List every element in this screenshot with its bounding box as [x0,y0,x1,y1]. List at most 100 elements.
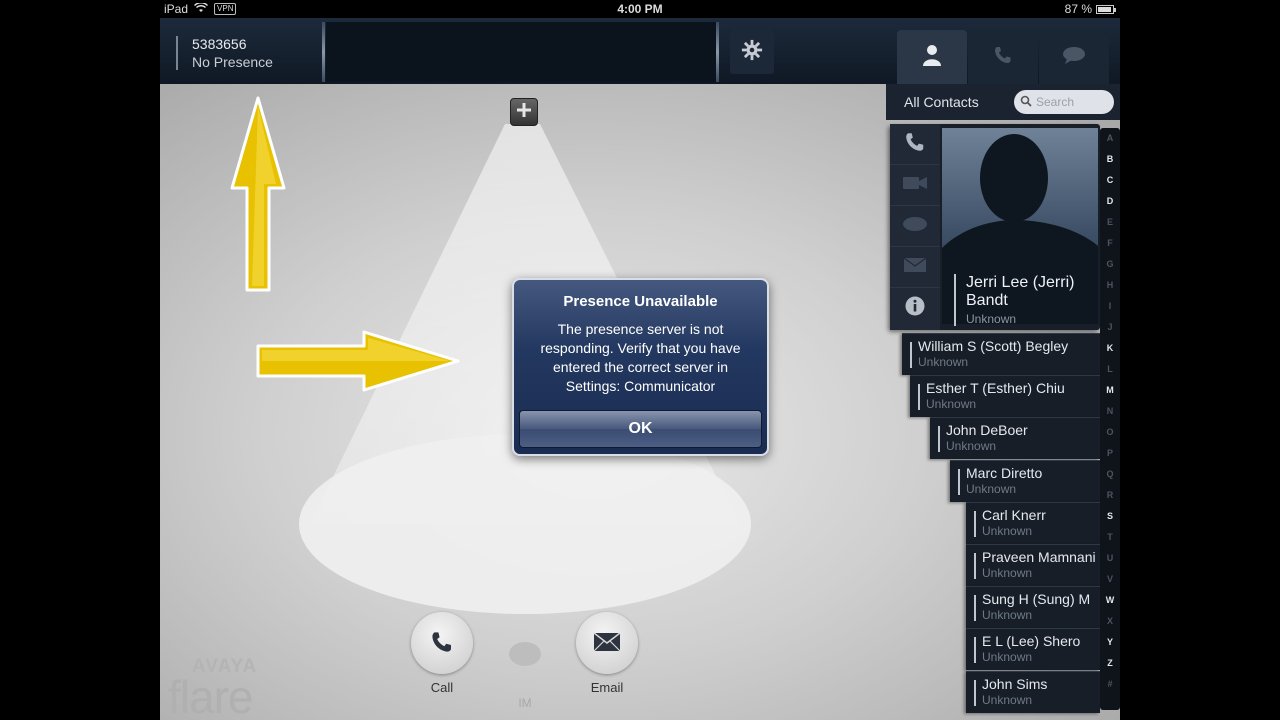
alphabet-letter[interactable]: P [1107,443,1113,464]
contact-status: Unknown [982,650,1033,665]
contact-info-button[interactable] [890,288,940,329]
gear-icon [741,39,763,66]
contact-row[interactable]: Sung H (Sung) M Unknown [966,586,1100,629]
contact-row-accent [918,384,920,411]
alphabet-letter[interactable]: F [1107,233,1113,254]
tab-messages[interactable] [1039,30,1109,84]
contact-name: Esther T (Esther) Chiu [926,380,1065,397]
alphabet-letter[interactable]: X [1107,611,1113,632]
alphabet-letter[interactable]: D [1107,191,1114,212]
alphabet-letter[interactable]: J [1107,317,1112,338]
alphabet-letter[interactable]: M [1106,380,1114,401]
selected-contact-card[interactable]: Jerri Lee (Jerri) Bandt Unknown [890,124,1100,330]
contact-row[interactable]: Carl Knerr Unknown [966,501,1100,544]
alphabet-letter[interactable]: C [1107,170,1114,191]
presence-alert-dialog: Presence Unavailable The presence server… [512,278,769,456]
phone-icon [993,45,1013,70]
contact-call-button[interactable] [890,124,940,165]
alphabet-letter[interactable]: Y [1107,632,1113,653]
selected-contact-status: Unknown [966,312,1017,326]
contact-row[interactable]: John Sims Unknown [966,670,1100,713]
envelope-icon [593,631,621,655]
contacts-filter-label[interactable]: All Contacts [904,94,979,110]
alphabet-letter[interactable]: # [1107,674,1112,695]
alphabet-letter[interactable]: S [1107,506,1113,527]
divider [322,22,325,82]
alphabet-letter[interactable]: B [1107,149,1114,170]
contact-name: Carl Knerr [982,506,1046,523]
alphabet-letter[interactable]: H [1107,275,1114,296]
user-identity[interactable]: 5383656 No Presence [176,36,273,70]
contact-status: Unknown [982,608,1033,623]
chat-bubble-icon [903,216,927,237]
alphabet-letter[interactable]: W [1106,590,1115,611]
add-contact-button[interactable] [510,98,538,126]
phone-icon [430,630,454,657]
alphabet-letter[interactable]: V [1107,569,1113,590]
contact-email-button[interactable] [890,247,940,288]
alphabet-letter[interactable]: K [1107,338,1114,359]
alphabet-letter[interactable]: I [1109,296,1112,317]
ok-button[interactable]: OK [519,410,762,448]
search-icon [1020,95,1032,110]
im-button[interactable] [509,642,541,666]
contact-name: Sung H (Sung) M [982,591,1091,608]
contact-row[interactable]: William S (Scott) Begley Unknown [902,333,1100,375]
email-circle[interactable] [576,612,638,674]
alphabet-letter[interactable]: G [1106,254,1113,275]
contact-status: Unknown [946,439,997,454]
email-button[interactable]: Email [572,612,642,695]
call-circle[interactable] [411,612,473,674]
search-input[interactable]: Search [1014,90,1114,114]
contact-row[interactable]: Marc Diretto Unknown [950,459,1100,502]
alphabet-letter[interactable]: O [1106,422,1113,443]
alphabet-letter[interactable]: A [1107,128,1114,149]
contact-status: Unknown [982,523,1033,538]
contact-row[interactable]: E L (Lee) Shero Unknown [966,628,1100,671]
alphabet-letter[interactable]: Q [1106,464,1113,485]
call-label: Call [430,680,454,695]
clock: 4:00 PM [617,2,663,16]
status-bar: iPad VPN 4:00 PM 87 % [160,0,1120,18]
alphabet-letter[interactable]: E [1107,212,1113,233]
alphabet-letter[interactable]: R [1107,485,1114,506]
contacts-header: All Contacts Search [886,84,1120,120]
contact-im-button[interactable] [890,206,940,247]
tab-calls[interactable] [968,30,1038,84]
search-placeholder: Search [1036,95,1075,109]
alphabet-letter[interactable]: Z [1107,653,1113,674]
im-label: IM [518,696,532,710]
contact-row-accent [974,679,976,706]
settings-button[interactable] [730,30,774,74]
divider [716,22,719,82]
alphabet-letter[interactable]: L [1107,359,1113,380]
alphabet-letter[interactable]: U [1107,548,1114,569]
contact-status: Unknown [918,355,969,369]
contact-name: Marc Diretto [966,464,1043,481]
alphabet-index[interactable]: A B C D E F G H I J K L M N O P Q R S T U V W X Y Z # [1100,128,1120,710]
arrow-right-annotation [256,330,460,392]
contact-name: William S (Scott) Begley [918,338,1069,354]
info-icon [905,296,925,321]
alphabet-letter[interactable]: T [1107,527,1113,548]
person-icon [922,44,942,71]
dial-field[interactable] [326,22,716,82]
selected-contact-name: Jerri Lee (Jerri) Bandt [966,274,1075,309]
chat-bubble-icon [1062,46,1086,69]
flare-logo: flare [168,671,253,720]
contact-row[interactable]: John DeBoer Unknown [930,417,1100,460]
contact-video-button[interactable] [890,165,940,206]
contact-name: E L (Lee) Shero [982,633,1081,650]
tab-contacts[interactable] [897,30,967,84]
presence-status: No Presence [192,54,273,70]
contact-actions [890,124,940,330]
contact-row[interactable]: Esther T (Esther) Chiu Unknown [910,375,1100,418]
contact-status: Unknown [982,692,1033,707]
contact-row[interactable]: Praveen Mamnani Unknown [966,544,1100,586]
alphabet-letter[interactable]: N [1107,401,1114,422]
plus-icon [516,102,532,123]
contact-status: Unknown [966,481,1017,496]
selected-contact-name-block: Jerri Lee (Jerri) Bandt Unknown [954,274,1096,326]
call-button[interactable]: Call [407,612,477,695]
dialog-message: The presence server is not responding. V… [540,321,741,394]
